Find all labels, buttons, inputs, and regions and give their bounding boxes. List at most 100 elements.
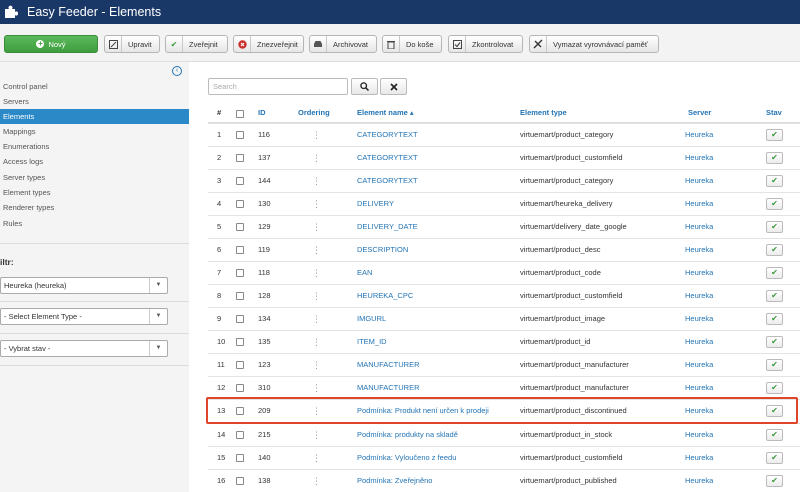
row-checkbox[interactable] — [236, 154, 244, 162]
server-link[interactable]: Heureka — [685, 147, 713, 169]
server-link[interactable]: Heureka — [685, 216, 713, 238]
element-name-link[interactable]: DESCRIPTION — [357, 239, 408, 261]
sidebar-item-access-logs[interactable]: Access logs — [0, 154, 189, 169]
element-name-link[interactable]: ITEM_ID — [357, 331, 387, 353]
col-header-id[interactable]: ID — [258, 108, 266, 117]
row-checkbox[interactable] — [236, 431, 244, 439]
published-toggle[interactable]: ✔ — [766, 313, 783, 325]
published-toggle[interactable]: ✔ — [766, 429, 783, 441]
sidebar-item-server-types[interactable]: Server types — [0, 170, 189, 185]
sidebar-item-mappings[interactable]: Mappings — [0, 124, 189, 139]
row-checkbox[interactable] — [236, 477, 244, 485]
server-link[interactable]: Heureka — [685, 354, 713, 376]
drag-handle-icon[interactable]: ⋮ — [312, 331, 321, 353]
server-link[interactable]: Heureka — [685, 193, 713, 215]
row-checkbox[interactable] — [236, 177, 244, 185]
element-name-link[interactable]: Podmínka: Zveřejněno — [357, 470, 432, 492]
col-header-name[interactable]: Element name ▴ — [357, 108, 414, 117]
new-button[interactable]: + Nový — [4, 35, 98, 53]
checkin-button[interactable]: Zkontrolovat — [448, 35, 523, 53]
published-toggle[interactable]: ✔ — [766, 267, 783, 279]
drag-handle-icon[interactable]: ⋮ — [312, 147, 321, 169]
sidebar-item-elements[interactable]: Elements — [0, 109, 189, 124]
state-filter-select[interactable]: - Vybrat stav - ▼ — [0, 340, 168, 357]
published-toggle[interactable]: ✔ — [766, 452, 783, 464]
row-checkbox[interactable] — [236, 315, 244, 323]
published-toggle[interactable]: ✔ — [766, 175, 783, 187]
select-all-checkbox[interactable] — [236, 110, 244, 118]
drag-handle-icon[interactable]: ⋮ — [312, 239, 321, 261]
element-name-link[interactable]: DELIVERY_DATE — [357, 216, 418, 238]
drag-handle-icon[interactable]: ⋮ — [312, 262, 321, 284]
server-link[interactable]: Heureka — [685, 331, 713, 353]
element-name-link[interactable]: MANUFACTURER — [357, 354, 420, 376]
drag-handle-icon[interactable]: ⋮ — [312, 377, 321, 399]
search-input[interactable]: Search — [208, 78, 348, 95]
server-link[interactable]: Heureka — [685, 447, 713, 469]
server-link[interactable]: Heureka — [685, 377, 713, 399]
sidebar-item-renderer-types[interactable]: Renderer types — [0, 200, 189, 215]
drag-handle-icon[interactable]: ⋮ — [312, 170, 321, 192]
row-checkbox[interactable] — [236, 200, 244, 208]
element-name-link[interactable]: EAN — [357, 262, 372, 284]
element-name-link[interactable]: Podmínka: produkty na skladě — [357, 424, 458, 446]
published-toggle[interactable]: ✔ — [766, 244, 783, 256]
published-toggle[interactable]: ✔ — [766, 198, 783, 210]
sidebar-item-control-panel[interactable]: Control panel — [0, 79, 189, 94]
sidebar-item-servers[interactable]: Servers — [0, 94, 189, 109]
row-checkbox[interactable] — [236, 269, 244, 277]
drag-handle-icon[interactable]: ⋮ — [312, 470, 321, 492]
drag-handle-icon[interactable]: ⋮ — [312, 193, 321, 215]
server-link[interactable]: Heureka — [685, 239, 713, 261]
row-checkbox[interactable] — [236, 246, 244, 254]
published-toggle[interactable]: ✔ — [766, 290, 783, 302]
drag-handle-icon[interactable]: ⋮ — [312, 308, 321, 330]
server-link[interactable]: Heureka — [685, 424, 713, 446]
drag-handle-icon[interactable]: ⋮ — [312, 354, 321, 376]
server-link[interactable]: Heureka — [685, 262, 713, 284]
search-button[interactable] — [351, 78, 378, 95]
clear-search-button[interactable] — [380, 78, 407, 95]
element-name-link[interactable]: IMGURL — [357, 308, 386, 330]
element-name-link[interactable]: DELIVERY — [357, 193, 394, 215]
row-checkbox[interactable] — [236, 361, 244, 369]
trash-button[interactable]: Do koše — [382, 35, 442, 53]
server-filter-select[interactable]: Heureka (heureka) ▼ — [0, 277, 168, 294]
drag-handle-icon[interactable]: ⋮ — [312, 216, 321, 238]
published-toggle[interactable]: ✔ — [766, 152, 783, 164]
published-toggle[interactable]: ✔ — [766, 475, 783, 487]
sidebar-item-element-types[interactable]: Element types — [0, 185, 189, 200]
server-link[interactable]: Heureka — [685, 170, 713, 192]
sidebar-item-enumerations[interactable]: Enumerations — [0, 139, 189, 154]
published-toggle[interactable]: ✔ — [766, 359, 783, 371]
element-name-link[interactable]: Podmínka: Vyloučeno z feedu — [357, 447, 456, 469]
drag-handle-icon[interactable]: ⋮ — [312, 285, 321, 307]
element-name-link[interactable]: CATEGORYTEXT — [357, 124, 418, 146]
collapse-sidebar-icon[interactable]: ‹ — [172, 66, 182, 76]
sidebar-item-rules[interactable]: Rules — [0, 216, 189, 231]
element-name-link[interactable]: CATEGORYTEXT — [357, 147, 418, 169]
edit-button[interactable]: Upravit — [104, 35, 160, 53]
row-checkbox[interactable] — [236, 384, 244, 392]
element-type-filter-select[interactable]: - Select Element Type - ▼ — [0, 308, 168, 325]
col-header-type[interactable]: Element type — [520, 108, 567, 117]
row-checkbox[interactable] — [236, 223, 244, 231]
server-link[interactable]: Heureka — [685, 308, 713, 330]
element-name-link[interactable]: CATEGORYTEXT — [357, 170, 418, 192]
col-header-server[interactable]: Server — [688, 108, 711, 117]
drag-handle-icon[interactable]: ⋮ — [312, 447, 321, 469]
archive-button[interactable]: Archivovat — [309, 35, 377, 53]
drag-handle-icon[interactable]: ⋮ — [312, 424, 321, 446]
server-link[interactable]: Heureka — [685, 470, 713, 492]
clear-cache-button[interactable]: Vymazat vyrovnávací paměť — [529, 35, 659, 53]
row-checkbox[interactable] — [236, 131, 244, 139]
row-checkbox[interactable] — [236, 292, 244, 300]
published-toggle[interactable]: ✔ — [766, 336, 783, 348]
drag-handle-icon[interactable]: ⋮ — [312, 124, 321, 146]
unpublish-button[interactable]: Znezveřejnit — [233, 35, 304, 53]
col-header-ordering[interactable]: Ordering — [298, 108, 330, 117]
published-toggle[interactable]: ✔ — [766, 129, 783, 141]
published-toggle[interactable]: ✔ — [766, 221, 783, 233]
published-toggle[interactable]: ✔ — [766, 382, 783, 394]
publish-button[interactable]: ✔ Zveřejnit — [165, 35, 228, 53]
